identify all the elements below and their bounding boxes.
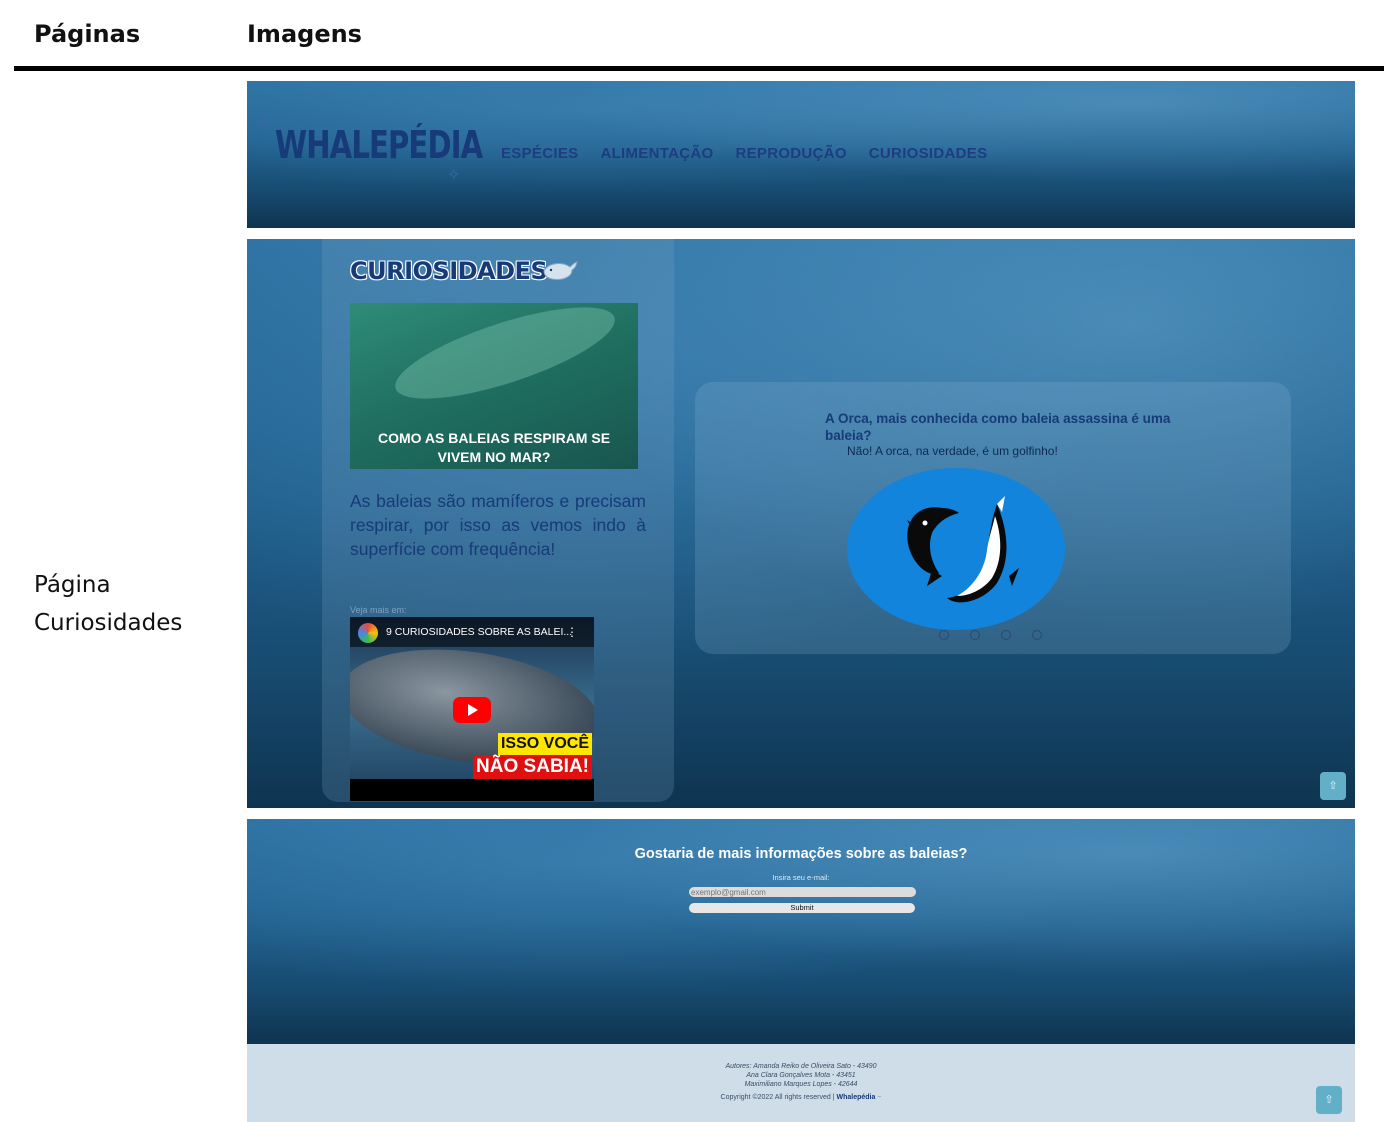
scroll-top-button[interactable]: ⇧ xyxy=(1316,1086,1342,1114)
nav-link-curiosidades[interactable]: CURIOSIDADES xyxy=(869,145,988,162)
newsletter-section: Gostaria de mais informações sobre as ba… xyxy=(247,819,1355,1044)
newsletter-footer-screenshot: Gostaria de mais informações sobre as ba… xyxy=(247,819,1355,1122)
document-table-header: Páginas Imagens xyxy=(0,0,1384,70)
logo-decoration-icon: ✧ xyxy=(257,113,273,134)
column-header-pages: Páginas xyxy=(34,20,141,48)
carousel-dot[interactable] xyxy=(970,630,980,640)
author-line: Autores: Amanda Reiko de Oliveira Sato -… xyxy=(725,1063,877,1070)
header-rule xyxy=(14,66,1384,71)
submit-button[interactable]: Submit xyxy=(689,903,915,913)
row-label-line2: Curiosidades xyxy=(34,610,183,636)
carousel-dot[interactable] xyxy=(939,630,949,640)
scroll-top-button[interactable]: ⇧ xyxy=(1320,772,1346,800)
whale-icon xyxy=(542,259,578,289)
row-label-line1: Página xyxy=(34,572,111,598)
copyright: Copyright ©2022 All rights reserved | Wh… xyxy=(247,1094,1355,1101)
curiosities-screenshot: CURIOSIDADES COMO AS BALEIAS RESPIRAM SE… xyxy=(247,239,1355,808)
footer-brand: Whalepédia xyxy=(836,1094,876,1101)
arrow-up-icon: ⇧ xyxy=(1324,1093,1334,1106)
orca-image xyxy=(847,468,1065,630)
copyright-text: Copyright ©2022 All rights reserved | xyxy=(720,1094,835,1101)
see-more-label: Veja mais em: xyxy=(350,605,407,615)
video-banner-line2: NÃO SABIA! xyxy=(473,755,592,779)
column-header-images: Imagens xyxy=(247,20,362,48)
nav-link-reproducao[interactable]: REPRODUÇÃO xyxy=(735,145,846,162)
breathing-whale-image: COMO AS BALEIAS RESPIRAM SE VIVEM NO MAR… xyxy=(350,303,638,469)
newsletter-title: Gostaria de mais informações sobre as ba… xyxy=(634,846,968,862)
curiosities-panel: CURIOSIDADES COMO AS BALEIAS RESPIRAM SE… xyxy=(322,239,674,802)
site-footer: Autores: Amanda Reiko de Oliveira Sato -… xyxy=(247,1044,1355,1122)
email-field[interactable] xyxy=(689,887,916,897)
nav-link-alimentacao[interactable]: ALIMENTAÇÃO xyxy=(600,145,713,162)
play-icon[interactable] xyxy=(453,697,491,723)
video-title[interactable]: 9 CURIOSIDADES SOBRE AS BALEI... xyxy=(350,617,594,647)
more-options-icon[interactable]: ⋮ xyxy=(566,617,578,647)
whale-silhouette xyxy=(386,303,624,418)
carousel-indicators xyxy=(939,630,1042,640)
whale-icon: ~ xyxy=(877,1094,882,1101)
author-line: Ana Clara Gonçalves Mota - 43451 xyxy=(746,1072,856,1079)
author-line: Maximiliano Marques Lopes - 42644 xyxy=(744,1081,858,1088)
email-label: Insira seu e-mail: xyxy=(772,873,830,882)
row-label: Página Curiosidades xyxy=(34,566,182,642)
site-logo[interactable]: WHALEPÉDIA xyxy=(275,123,483,167)
nav-link-especies[interactable]: ESPÉCIES xyxy=(501,145,578,162)
logo-decoration-icon: ✧ xyxy=(447,165,461,184)
arrow-up-icon: ⇧ xyxy=(1328,779,1338,792)
curiosity-text: As baleias são mamíferos e precisam resp… xyxy=(350,491,646,559)
carousel-dot[interactable] xyxy=(1001,630,1011,640)
carousel-question: A Orca, mais conhecida como baleia assas… xyxy=(825,411,1171,443)
orca-icon xyxy=(907,496,1019,603)
video-banner-line1: ISSO VOCÊ xyxy=(497,733,592,755)
channel-avatar[interactable] xyxy=(358,623,378,643)
curiosity-carousel: A Orca, mais conhecida como baleia assas… xyxy=(695,382,1291,654)
image-caption: COMO AS BALEIAS RESPIRAM SE VIVEM NO MAR… xyxy=(377,430,611,465)
carousel-answer: Não! A orca, na verdade, é um golfinho! xyxy=(847,444,1058,458)
main-nav: ESPÉCIES ALIMENTAÇÃO REPRODUÇÃO CURIOSID… xyxy=(501,145,987,162)
navbar-screenshot: ✧ WHALEPÉDIA ✧ ESPÉCIES ALIMENTAÇÃO REPR… xyxy=(247,81,1355,228)
carousel-dot[interactable] xyxy=(1032,630,1042,640)
youtube-video-embed[interactable]: 9 CURIOSIDADES SOBRE AS BALEI... ⋮ ISSO … xyxy=(350,617,594,801)
authors-credits: Autores: Amanda Reiko de Oliveira Sato -… xyxy=(247,1062,1355,1089)
curiosities-title: CURIOSIDADES xyxy=(350,257,548,285)
